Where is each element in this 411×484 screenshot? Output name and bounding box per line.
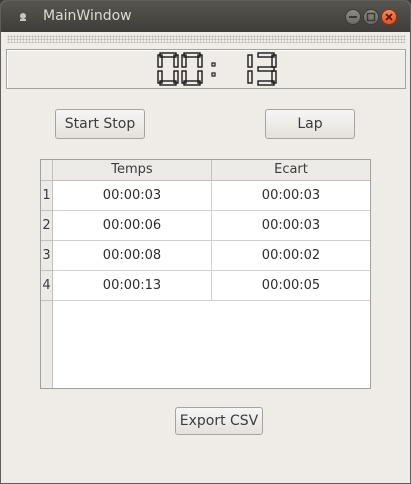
title-bar[interactable]: MainWindow	[1, 1, 410, 32]
row-number[interactable]: 4	[41, 271, 53, 301]
lcd-digit	[181, 52, 203, 86]
start-stop-button[interactable]: Start Stop	[55, 109, 145, 139]
cell-ecart[interactable]: 00:00:03	[212, 211, 370, 241]
lcd-colon-dot	[211, 62, 216, 67]
toolbar-handle[interactable]	[7, 35, 405, 43]
maximize-icon	[366, 12, 376, 22]
table-row[interactable]: 4 00:00:13 00:00:05	[41, 271, 370, 301]
column-header-ecart[interactable]: Ecart	[212, 160, 370, 180]
cell-temps[interactable]: 00:00:08	[53, 241, 212, 271]
minimize-button[interactable]	[345, 9, 361, 25]
table-row[interactable]: 3 00:00:08 00:00:02	[41, 241, 370, 271]
table-header: Temps Ecart	[41, 160, 370, 181]
lap-button[interactable]: Lap	[265, 109, 355, 139]
lcd-segment	[247, 70, 253, 84]
lcd-timer-display	[6, 49, 406, 89]
lcd-minutes	[157, 52, 203, 86]
column-header-temps[interactable]: Temps	[53, 160, 212, 180]
table-row[interactable]: 1 00:00:03 00:00:03	[41, 181, 370, 211]
lcd-digit	[157, 52, 179, 86]
lcd-digits	[157, 52, 277, 86]
cell-ecart[interactable]: 00:00:05	[212, 271, 370, 301]
lcd-segment	[247, 54, 253, 68]
app-icon	[20, 13, 26, 21]
cell-temps[interactable]: 00:00:13	[53, 271, 212, 301]
close-icon	[385, 13, 393, 21]
cell-temps[interactable]: 00:00:03	[53, 181, 212, 211]
laps-table[interactable]: Temps Ecart 1 00:00:03 00:00:03 2 00:00:…	[40, 159, 371, 389]
lcd-digit	[257, 52, 277, 86]
cell-ecart[interactable]: 00:00:03	[212, 181, 370, 211]
main-window: MainWindow Start Stop Lap Temps Ecart 1 …	[0, 0, 411, 484]
export-csv-button[interactable]: Export CSV	[175, 407, 263, 435]
table-row[interactable]: 2 00:00:06 00:00:03	[41, 211, 370, 241]
window-title: MainWindow	[43, 8, 132, 24]
row-number[interactable]: 3	[41, 241, 53, 271]
close-button[interactable]	[381, 9, 397, 25]
minimize-icon	[349, 16, 357, 18]
cell-ecart[interactable]: 00:00:02	[212, 241, 370, 271]
maximize-button[interactable]	[363, 9, 379, 25]
cell-temps[interactable]: 00:00:06	[53, 211, 212, 241]
lcd-colon-dot	[211, 72, 216, 77]
lcd-separator	[211, 62, 216, 77]
lcd-digit	[247, 54, 253, 84]
table-corner-button[interactable]	[41, 160, 53, 180]
lcd-seconds	[247, 52, 277, 86]
row-number[interactable]: 1	[41, 181, 53, 211]
row-number[interactable]: 2	[41, 211, 53, 241]
